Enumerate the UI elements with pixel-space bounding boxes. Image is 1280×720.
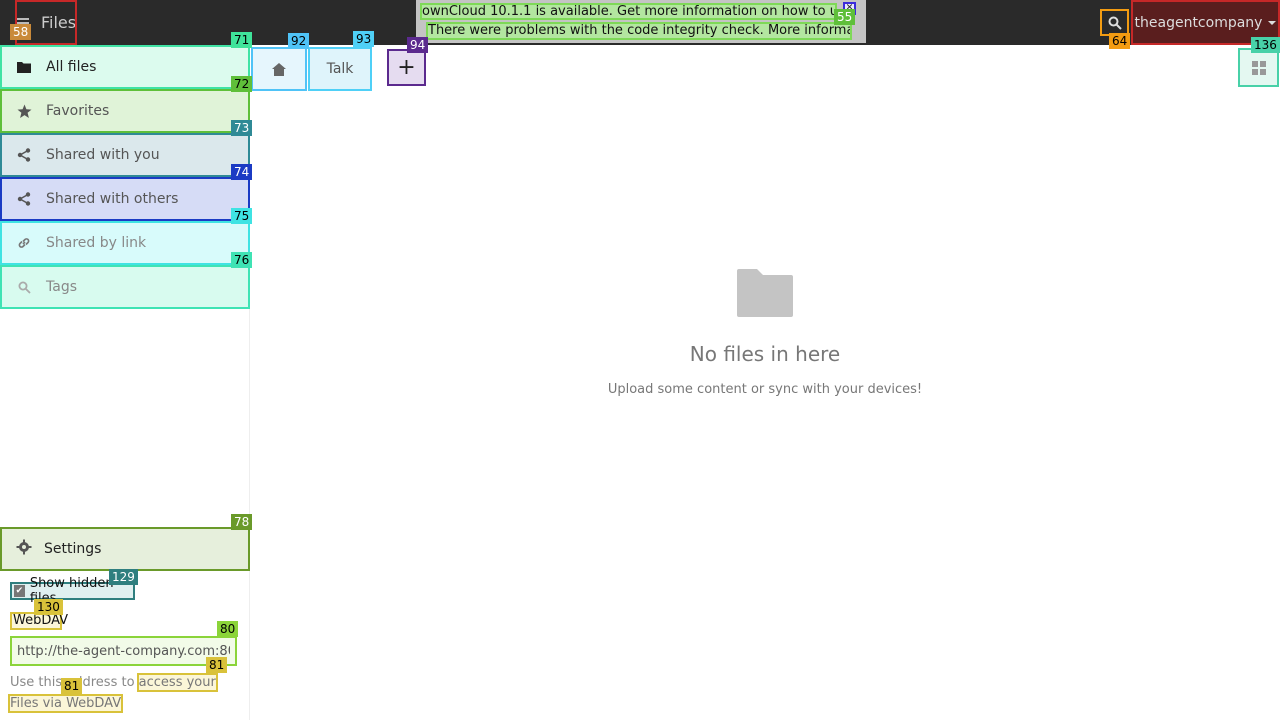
sidebar-item-label: Tags: [46, 279, 77, 295]
marker-label: 136: [1251, 37, 1280, 53]
breadcrumb-current-folder[interactable]: Talk: [308, 47, 372, 91]
webdav-help-text: Use this address to access your Files vi…: [8, 672, 240, 714]
empty-folder-icon: [737, 269, 793, 317]
marker-label: 76: [231, 252, 253, 268]
empty-state-title: No files in here: [689, 342, 841, 366]
check-icon: ✔: [14, 585, 25, 597]
sidebar-item-all-files[interactable]: All files: [0, 45, 250, 89]
marker-label: 92: [288, 33, 310, 49]
marker-label: 93: [353, 31, 375, 47]
sidebar-item-label: Favorites: [46, 103, 110, 119]
marker-label: 130: [34, 599, 63, 615]
sidebar-item-shared-by-link[interactable]: Shared by link: [0, 221, 250, 265]
search-button[interactable]: [1100, 9, 1129, 36]
marker-label: 71: [231, 32, 253, 48]
marker-label: 94: [407, 37, 429, 53]
sidebar-item-favorites[interactable]: Favorites: [0, 89, 250, 133]
folder-icon: [16, 59, 32, 75]
marker-label: 72: [231, 76, 253, 92]
settings-label: Settings: [44, 541, 102, 557]
sidebar-item-label: Shared by link: [46, 235, 147, 251]
caret-down-icon: [1268, 20, 1277, 25]
marker-label: 58: [10, 24, 32, 40]
user-name: theagentcompany: [1134, 14, 1263, 31]
sidebar-item-label: Shared with you: [46, 147, 160, 163]
marker-label: 74: [231, 164, 253, 180]
star-icon: [16, 103, 32, 119]
marker-label: 55: [834, 9, 856, 25]
app-title: Files: [41, 13, 77, 32]
share-icon: [16, 191, 32, 207]
new-file-button[interactable]: +: [387, 49, 426, 86]
empty-state-subtitle: Upload some content or sync with your de…: [607, 382, 923, 397]
webdav-url-field[interactable]: [10, 636, 237, 666]
search-icon: [1108, 16, 1122, 30]
sidebar: All files Favorites Shared with you Shar…: [0, 45, 250, 720]
sidebar-item-shared-with-you[interactable]: Shared with you: [0, 133, 250, 177]
grid-icon: [1251, 60, 1266, 75]
sidebar-item-tags[interactable]: Tags: [0, 265, 250, 309]
sidebar-item-label: Shared with others: [46, 191, 179, 207]
marker-label: 81: [206, 657, 228, 673]
notification-area: ownCloud 10.1.1 is available. Get more i…: [416, 0, 866, 43]
grid-view-toggle[interactable]: [1238, 48, 1279, 87]
marker-label: 64: [1109, 33, 1131, 49]
sidebar-item-shared-with-others[interactable]: Shared with others: [0, 177, 250, 221]
gear-icon: [16, 539, 32, 559]
home-icon: [272, 62, 286, 76]
marker-label: 73: [231, 120, 253, 136]
sidebar-item-label: All files: [46, 59, 97, 75]
marker-label: 81: [61, 678, 83, 694]
search-icon: [16, 279, 32, 295]
marker-label: 78: [231, 514, 253, 530]
integrity-check-notice[interactable]: There were problems with the code integr…: [426, 22, 852, 40]
top-header: Files ownCloud 10.1.1 is available. Get …: [0, 0, 1280, 45]
link-icon: [16, 235, 32, 251]
marker-label: 80: [217, 621, 239, 637]
marker-label: 129: [109, 569, 138, 585]
settings-toggle[interactable]: Settings: [0, 527, 250, 571]
marker-label: 75: [231, 208, 253, 224]
share-icon: [16, 147, 32, 163]
update-available-notice[interactable]: ownCloud 10.1.1 is available. Get more i…: [420, 3, 837, 20]
breadcrumb-home[interactable]: [251, 47, 307, 91]
